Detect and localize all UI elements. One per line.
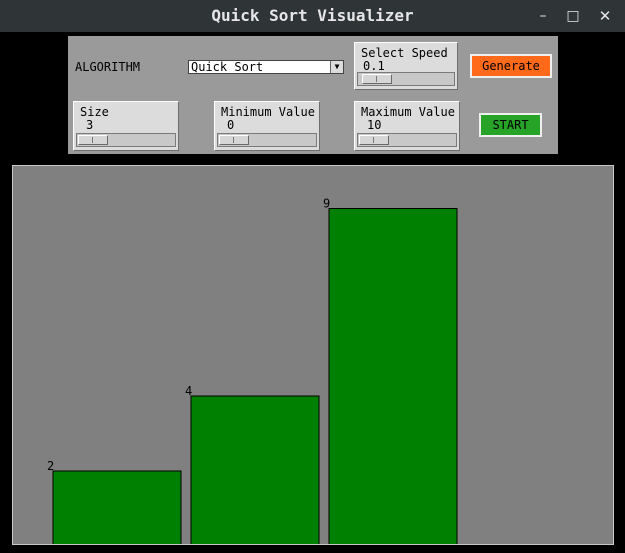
minimize-icon[interactable]: – — [531, 4, 555, 28]
bar-canvas: 2 4 9 — [12, 165, 614, 545]
title-bar: Quick Sort Visualizer – □ ✕ — [0, 0, 625, 32]
minimum-value-value: 0 — [227, 118, 235, 132]
chevron-down-icon[interactable]: ▼ — [330, 61, 343, 73]
bar-value-label-0: 2 — [47, 459, 54, 473]
control-panel: ALGORITHM Quick Sort ▼ Select Speed 0.1 … — [68, 36, 558, 154]
maximum-value-slider-handle[interactable] — [359, 135, 389, 145]
speed-slider[interactable] — [357, 72, 455, 86]
size-slider-handle[interactable] — [78, 135, 108, 145]
size-scale: Size 3 — [73, 101, 179, 151]
bar-chart: 2 4 9 — [47, 197, 458, 544]
size-label: Size — [80, 105, 109, 119]
algorithm-label: ALGORITHM — [75, 60, 141, 74]
speed-scale: Select Speed 0.1 — [354, 42, 458, 90]
size-value: 3 — [86, 118, 94, 132]
minimum-value-label: Minimum Value — [221, 105, 315, 119]
bar-1 — [190, 395, 320, 544]
bar-2 — [328, 208, 458, 544]
minimum-value-scale: Minimum Value 0 — [214, 101, 320, 151]
minimum-value-slider[interactable] — [217, 133, 317, 147]
maximum-value-scale: Maximum Value 10 — [354, 101, 460, 151]
speed-label: Select Speed — [361, 46, 448, 60]
generate-button[interactable]: Generate — [470, 54, 552, 78]
close-icon[interactable]: ✕ — [593, 4, 617, 28]
maximum-value-value: 10 — [367, 118, 382, 132]
bottom-strip — [0, 546, 625, 553]
maximum-value-slider[interactable] — [357, 133, 457, 147]
maximize-icon[interactable]: □ — [561, 4, 585, 28]
start-button[interactable]: START — [479, 113, 542, 137]
speed-slider-handle[interactable] — [362, 74, 392, 84]
size-slider[interactable] — [76, 133, 176, 147]
bar-value-label-2: 9 — [323, 197, 330, 211]
algorithm-selected-value: Quick Sort — [191, 60, 264, 74]
bar-0 — [52, 470, 182, 544]
speed-value: 0.1 — [363, 59, 385, 73]
minimum-value-slider-handle[interactable] — [219, 135, 249, 145]
algorithm-select[interactable]: Quick Sort ▼ — [188, 60, 344, 74]
bar-value-label-1: 4 — [185, 384, 192, 398]
maximum-value-label: Maximum Value — [361, 105, 455, 119]
